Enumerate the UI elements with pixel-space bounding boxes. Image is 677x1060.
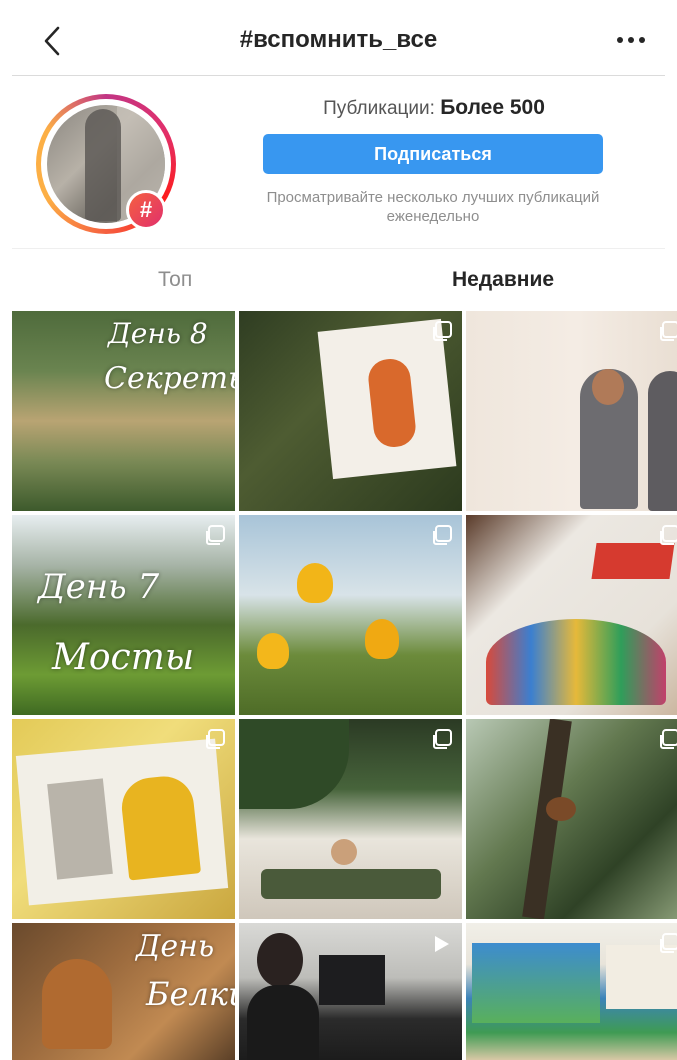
post-thumbnail[interactable]	[239, 719, 462, 919]
carousel-icon	[660, 525, 677, 545]
post-thumbnail[interactable]	[239, 515, 462, 715]
hashtag-icon: #	[126, 190, 166, 230]
post-overlay-text: Секреты	[104, 361, 235, 396]
posts-count: Публикации: Более 500	[266, 96, 602, 120]
post-thumbnail[interactable]	[239, 311, 462, 511]
post-thumbnail[interactable]	[466, 515, 677, 715]
more-horizontal-icon[interactable]	[613, 28, 649, 52]
post-thumbnail[interactable]	[466, 311, 677, 511]
tabs-divider	[12, 248, 665, 249]
post-overlay-text: День 8	[108, 317, 208, 350]
posts-grid: День 8 Секреты День 7 Мосты	[12, 311, 677, 1060]
post-thumbnail[interactable]: День 7 Мосты	[12, 515, 235, 715]
tab-top[interactable]: Топ	[158, 268, 192, 292]
post-thumbnail[interactable]: День 8 Секреты	[12, 311, 235, 511]
post-thumbnail[interactable]	[466, 923, 677, 1060]
page-title: #вспомнить_все	[239, 26, 438, 53]
post-overlay-text: Мосты	[52, 637, 195, 678]
hashtag-header: # Публикации: Более 500 Подписаться Прос…	[0, 76, 677, 248]
post-overlay-text: Белки	[146, 975, 235, 1013]
post-thumbnail[interactable]	[12, 719, 235, 919]
tab-recent[interactable]: Недавние	[452, 268, 554, 292]
post-overlay-text: День 7	[38, 567, 160, 607]
top-bar: #вспомнить_все	[0, 0, 677, 76]
carousel-icon	[206, 525, 225, 545]
video-icon	[435, 936, 449, 952]
carousel-icon	[433, 321, 452, 341]
follow-hint: Просматривайте несколько лучших публикац…	[266, 189, 600, 225]
carousel-icon	[660, 729, 677, 749]
carousel-icon	[660, 321, 677, 341]
post-thumbnail[interactable]	[239, 923, 462, 1060]
carousel-icon	[660, 933, 677, 953]
post-thumbnail[interactable]: День Белки	[12, 923, 235, 1060]
post-overlay-text: День	[136, 929, 215, 964]
follow-button[interactable]: Подписаться	[263, 134, 603, 174]
posts-value: Более 500	[440, 96, 545, 119]
carousel-icon	[206, 729, 225, 749]
carousel-icon	[433, 525, 452, 545]
posts-label: Публикации:	[323, 98, 435, 119]
post-thumbnail[interactable]	[466, 719, 677, 919]
tabs: Топ Недавние	[0, 250, 677, 310]
carousel-icon	[433, 729, 452, 749]
hashtag-avatar[interactable]: #	[36, 94, 176, 234]
